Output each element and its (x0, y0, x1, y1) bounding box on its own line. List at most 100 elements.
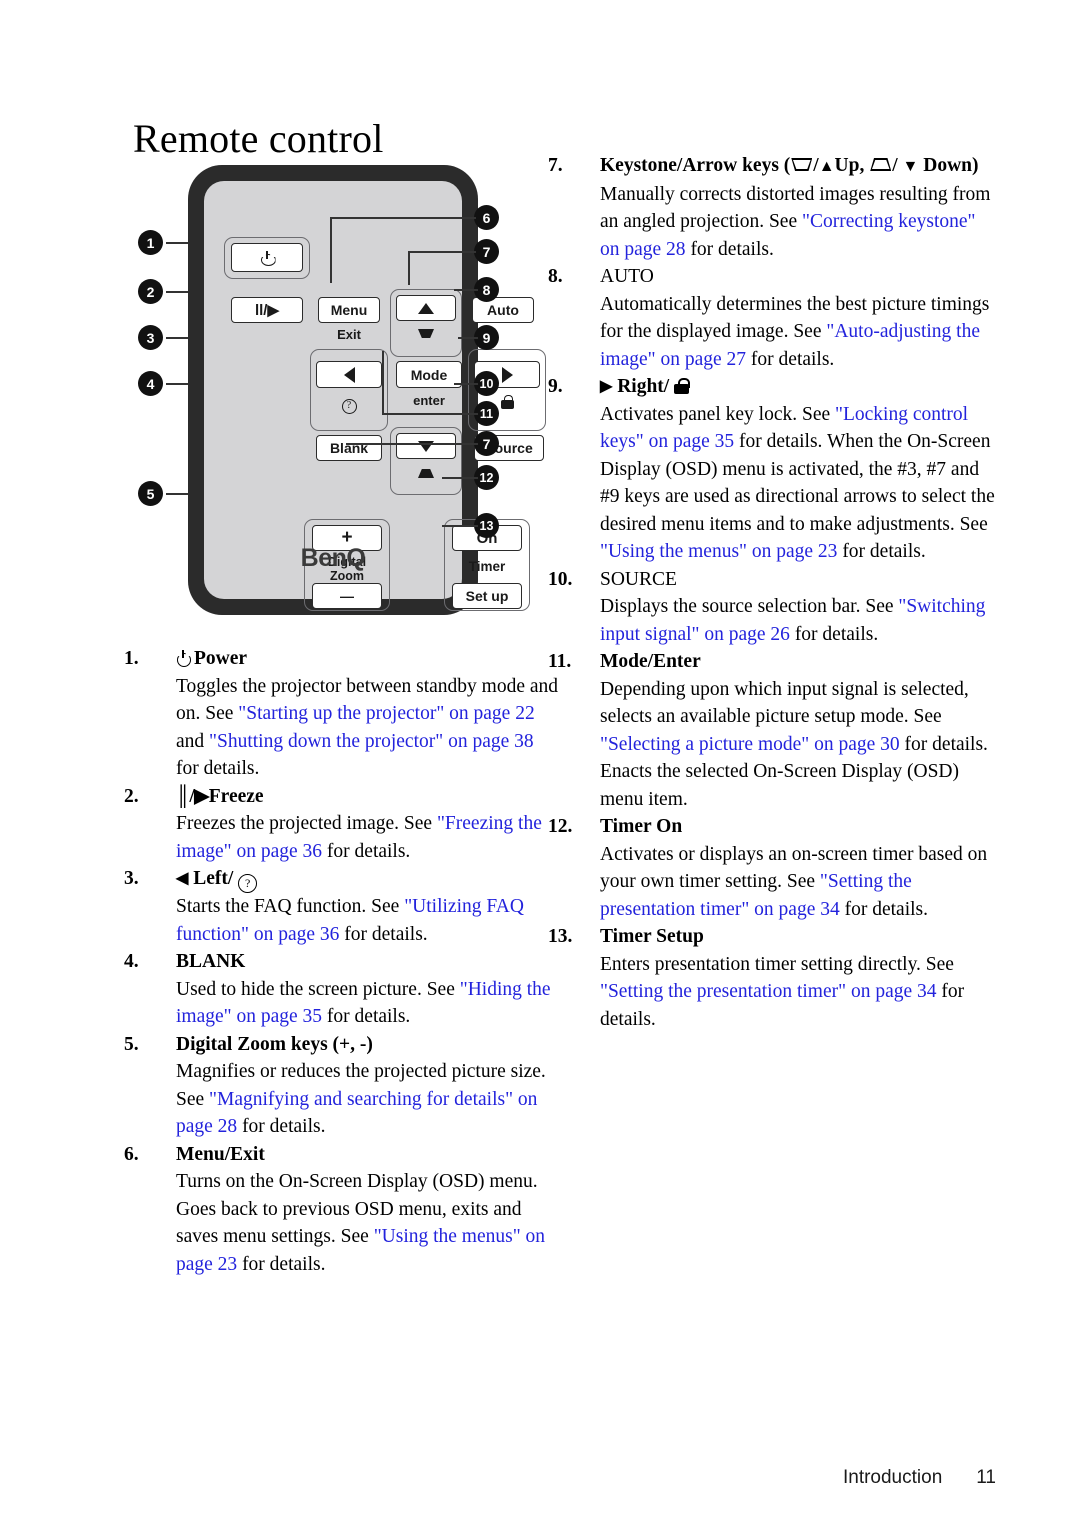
entry-8: 8. AUTO Automatically determines the bes… (548, 263, 996, 373)
entry-4-number: 4. (124, 951, 139, 972)
entry-1-number: 1. (124, 648, 139, 669)
triangle-down-icon: ▼ (902, 158, 919, 175)
entry-11-heading: Mode/Enter (600, 651, 701, 672)
triangle-up-icon: ▲ (818, 158, 835, 175)
remote-menu-button[interactable]: Menu (318, 297, 380, 323)
callout-3: 3 (138, 325, 163, 350)
triangle-right-icon: ▶ (600, 378, 613, 395)
entry-7-body: Manually corrects distorted images resul… (600, 183, 991, 260)
page-footer: Introduction 11 (0, 1467, 1080, 1489)
entry-10-number: 10. (548, 568, 573, 590)
entry-5: 5. Digital Zoom keys (+, -) Magnifies or… (124, 1031, 560, 1141)
entry-5-number: 5. (124, 1033, 139, 1055)
remote-freeze-button[interactable]: ll/▶ (231, 297, 303, 323)
lock-icon (500, 395, 514, 409)
entry-13-heading: Timer Setup (600, 926, 704, 947)
callout-6: 6 (474, 205, 499, 230)
power-icon (261, 251, 274, 264)
remote-up-arrow-button[interactable] (396, 295, 456, 321)
entry-6-heading: Menu/Exit (176, 1143, 265, 1165)
entry-9-number: 9. (548, 376, 563, 397)
callout-2: 2 (138, 279, 163, 304)
leader-line-12 (442, 477, 478, 479)
entry-3: 3. ◀ Left/ ? Starts the FAQ function. Se… (124, 865, 560, 948)
entry-13-number: 13. (548, 926, 573, 947)
keystone-b-icon (418, 469, 434, 478)
remote-help-icon-wrap: ? (316, 395, 382, 414)
entry-8-number: 8. (548, 266, 563, 287)
entry-1-heading: Power (176, 645, 560, 673)
entry-6: 6. Menu/Exit Turns on the On-Screen Disp… (124, 1141, 560, 1279)
leader-line-11v (382, 351, 384, 413)
entry-7-heading: Keystone/Arrow keys (/▲Up, / ▼ Down) (600, 152, 996, 181)
entry-3-number: 3. (124, 868, 139, 889)
entry-11-number: 11. (548, 651, 572, 672)
benq-logo: BenQ (300, 544, 366, 572)
leader-line-10 (454, 383, 478, 385)
entry-12-number: 12. (548, 816, 573, 837)
entry-10: 10. SOURCE Displays the source selection… (548, 566, 996, 649)
leader-line-6v (330, 217, 332, 283)
leader-line-7av (408, 251, 410, 285)
callout-4: 4 (138, 371, 163, 396)
leader-line-7a (408, 251, 476, 253)
entry-8-body: Automatically determines the best pictur… (600, 293, 990, 370)
entry-2-body: Freezes the projected image. See "Freezi… (176, 813, 542, 862)
remote-mode-button[interactable]: Mode (396, 361, 462, 388)
right-text-column: 7. Keystone/Arrow keys (/▲Up, / ▼ Down) … (548, 152, 996, 1033)
entry-13: 13. Timer Setup Enters presentation time… (548, 923, 996, 1033)
power-icon (176, 650, 191, 665)
footer-section: Introduction (842, 1467, 943, 1488)
entry-2-heading: ║/▶Freeze (176, 783, 560, 811)
keystone-b-icon (870, 158, 891, 171)
callout-5: 5 (138, 481, 163, 506)
triangle-up-icon (418, 302, 434, 314)
entry-10-body: Displays the source selection bar. See "… (600, 596, 986, 645)
entry-12: 12. Timer On Activates or displays an on… (548, 813, 996, 923)
entry-4-heading: BLANK (176, 951, 246, 972)
entry-3-body: Starts the FAQ function. See "Utilizing … (176, 896, 524, 945)
entry-4: 4. BLANK Used to hide the screen picture… (124, 948, 560, 1031)
footer-page-number: 11 (976, 1467, 996, 1488)
entry-11-body: Depending upon which input signal is sel… (600, 678, 988, 810)
entry-4-body: Used to hide the screen picture. See "Hi… (176, 978, 551, 1028)
remote-digital-zoom-minus-button[interactable]: — (312, 583, 382, 609)
remote-body: ll/▶ Menu Exit Auto ? Mode enter Blank S… (188, 165, 546, 615)
leader-line-11 (382, 413, 478, 415)
leader-line-6 (330, 217, 476, 219)
triangle-right-icon (501, 366, 513, 383)
entry-2-number: 2. (124, 785, 139, 807)
left-text-column: 1. Power Toggles the projector between s… (124, 645, 560, 1278)
entry-7: 7. Keystone/Arrow keys (/▲Up, / ▼ Down) … (548, 152, 996, 263)
remote-control-illustration: ll/▶ Menu Exit Auto ? Mode enter Blank S… (124, 155, 546, 625)
callout-7a: 7 (474, 239, 499, 264)
help-icon: ? (238, 874, 258, 893)
remote-down-arrow-button[interactable] (396, 433, 456, 459)
entry-6-number: 6. (124, 1143, 139, 1165)
remote-faceplate: ll/▶ Menu Exit Auto ? Mode enter Blank S… (204, 181, 546, 611)
document-page: Remote control ll/▶ Menu Exit Auto ? Mod… (0, 0, 1080, 1529)
leader-line-13 (442, 525, 478, 527)
remote-enter-label: enter (413, 393, 445, 408)
pause-play-icon: ║/▶ (176, 785, 209, 807)
entry-3-heading: ◀ Left/ ? (176, 865, 560, 893)
help-icon: ? (341, 399, 357, 414)
entry-9-body: Activates panel key lock. See "Locking c… (600, 403, 995, 563)
remote-timer-setup-button[interactable]: Set up (452, 583, 522, 609)
remote-left-arrow-button[interactable] (316, 361, 382, 388)
entry-6-body: Turns on the On-Screen Display (OSD) men… (176, 1171, 546, 1275)
leader-line-7b (346, 443, 478, 445)
keystone-a-icon (418, 329, 434, 338)
lock-icon (674, 378, 690, 394)
entry-1-body: Toggles the projector between standby mo… (176, 675, 559, 780)
leader-line-9 (458, 337, 478, 339)
entry-5-body: Magnifies or reduces the projected pictu… (176, 1061, 546, 1137)
entry-8-heading: AUTO (600, 266, 654, 287)
remote-blank-button[interactable]: Blank (316, 435, 382, 461)
entry-13-body: Enters presentation timer setting direct… (600, 953, 965, 1030)
entry-2: 2. ║/▶Freeze Freezes the projected image… (124, 783, 560, 866)
remote-power-button[interactable] (231, 243, 303, 272)
leader-line-8 (454, 289, 478, 291)
entry-5-heading: Digital Zoom keys (+, -) (176, 1033, 373, 1055)
remote-exit-label: Exit (337, 327, 361, 342)
